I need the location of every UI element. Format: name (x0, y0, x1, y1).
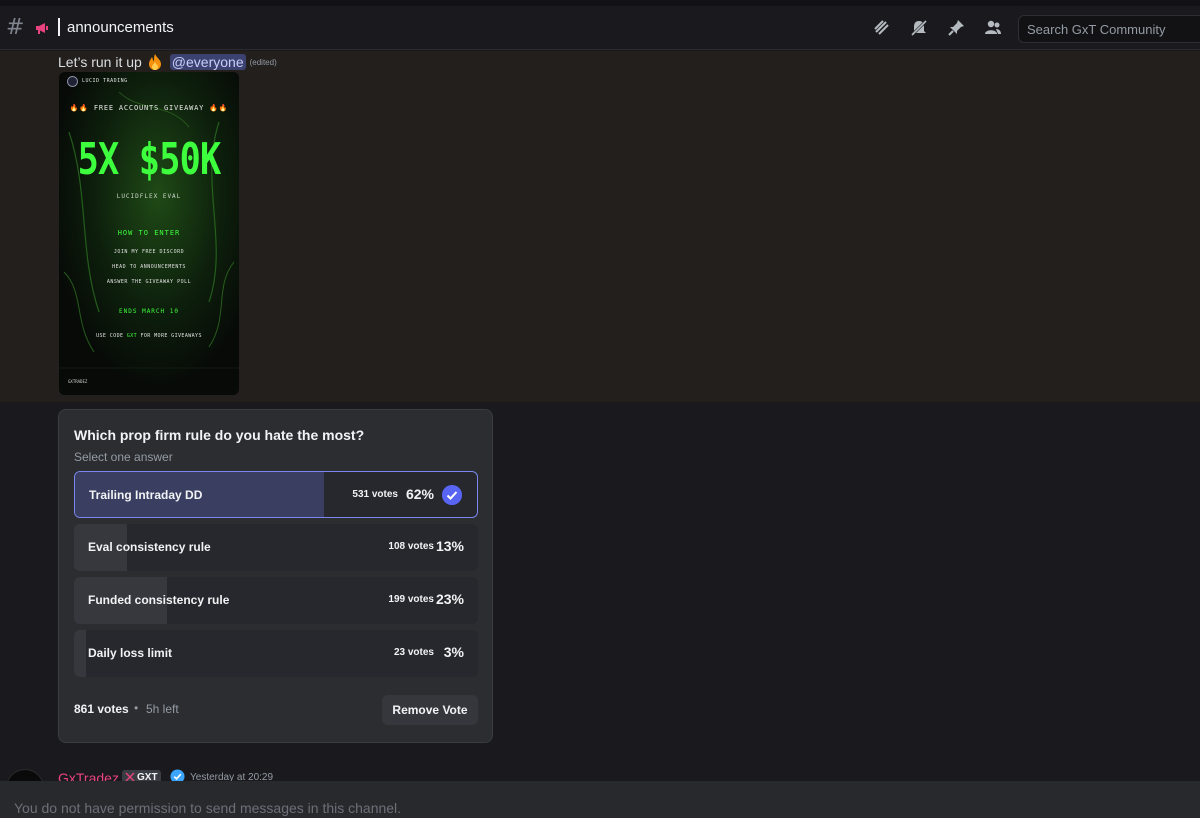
poster-step-1: JOIN MY FREE DISCORD (113, 249, 185, 255)
message-content: Let’s run it up @everyone (edited) (58, 52, 277, 72)
poll-option-percent: 62% (405, 486, 434, 502)
poster-code: GXT (126, 333, 138, 339)
poll-option-label: Eval consistency rule (88, 540, 211, 554)
poll-option-3[interactable]: Funded consistency rule 199 votes 23% (74, 577, 478, 624)
giveaway-poster-image[interactable]: LUCID TRADING 🔥🔥 FREE ACCOUNTS GIVEAWAY … (59, 72, 239, 395)
poster-code-line: USE CODE GXT FOR MORE GIVEAWAYS (59, 333, 239, 339)
poll-option-votes: 199 votes (388, 594, 434, 605)
poster-giveaway-text: FREE ACCOUNTS GIVEAWAY (93, 104, 205, 112)
poll-separator: • (134, 701, 139, 715)
poster-code-prefix: USE CODE (96, 333, 124, 339)
poll-option-2[interactable]: Eval consistency rule 108 votes 13% (74, 524, 478, 571)
poll-card: Which prop firm rule do you hate the mos… (58, 409, 493, 743)
poll-total-votes: 861 votes (74, 702, 129, 716)
poll-time-left: 5h left (146, 702, 179, 716)
poster-amount: 5X $50K (77, 134, 222, 185)
poster-step-2: HEAD TO ANNOUNCEMENTS (112, 264, 186, 270)
poster-step-3: ANSWER THE GIVEAWAY POLL (106, 279, 192, 285)
poll-option-percent: 13% (435, 538, 464, 554)
edited-label: (edited) (249, 57, 277, 67)
poll-question: Which prop firm rule do you hate the mos… (74, 427, 365, 443)
everyone-mention[interactable]: @everyone (169, 54, 246, 70)
poll-option-4[interactable]: Daily loss limit 23 votes 3% (74, 630, 478, 677)
poll-option-votes: 23 votes (393, 647, 434, 658)
poll-option-percent: 3% (443, 644, 464, 660)
fire-emoji (148, 54, 161, 70)
title-divider (58, 18, 60, 36)
poster-footer: GXTRADEZ (68, 379, 88, 384)
member-list-icon[interactable] (983, 18, 1003, 38)
megaphone-icon (36, 23, 48, 34)
poll-option-bar (74, 630, 87, 677)
hash-icon: # (6, 15, 25, 40)
channel-title: announcements (67, 19, 174, 36)
search-input[interactable]: Search GxT Community (1018, 15, 1200, 43)
poll-subtitle: Select one answer (74, 450, 173, 464)
poster-brand: LUCID TRADING (82, 78, 128, 84)
poll-option-votes: 531 votes (352, 489, 398, 500)
poll-option-votes: 108 votes (388, 541, 434, 552)
poster-eval: LUCIDFLEX EVAL (116, 193, 182, 200)
poll-option-label: Daily loss limit (88, 646, 173, 660)
poll-option-percent: 23% (435, 591, 464, 607)
poster-how-to: HOW TO ENTER (117, 229, 181, 237)
channel-header: # announcements Search GxT Community (0, 6, 1200, 50)
poll-option-1[interactable]: Trailing Intraday DD 531 votes 62% (74, 471, 478, 518)
poll-option-label: Trailing Intraday DD (89, 488, 203, 502)
checkmark-icon (442, 485, 462, 505)
lucid-logo (67, 76, 78, 87)
mute-icon[interactable] (909, 18, 929, 38)
pin-icon[interactable] (946, 18, 966, 38)
poll-option-label: Funded consistency rule (88, 593, 230, 607)
message-text: Let’s run it up (58, 54, 142, 70)
threads-icon[interactable] (872, 18, 892, 38)
poster-code-suffix: FOR MORE GIVEAWAYS (140, 333, 202, 339)
poster-ends: ENDS MARCH 10 (119, 308, 179, 315)
no-permission-notice: You do not have permission to send messa… (14, 800, 402, 816)
poster-giveaway-line: 🔥🔥 FREE ACCOUNTS GIVEAWAY 🔥🔥 (69, 104, 229, 112)
remove-vote-button[interactable]: Remove Vote (382, 695, 478, 725)
